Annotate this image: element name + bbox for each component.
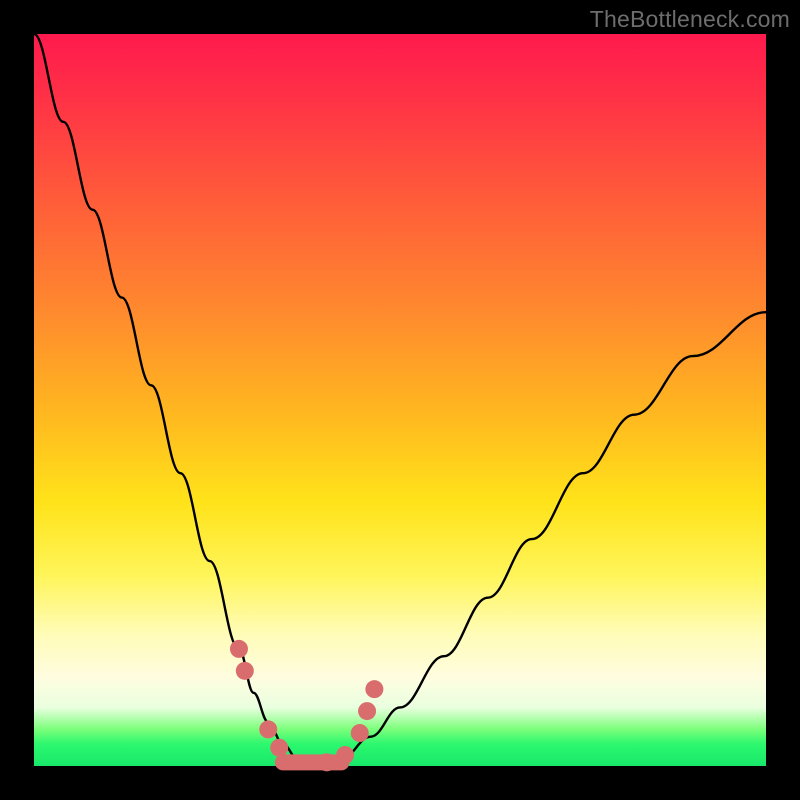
plot-svg <box>34 34 766 766</box>
curve-marker <box>358 702 376 720</box>
curve-marker <box>365 680 383 698</box>
plot-area <box>34 34 766 766</box>
curve-marker <box>336 746 354 764</box>
curve-marker <box>351 724 369 742</box>
curve-marker <box>318 753 336 771</box>
curve-marker <box>270 739 288 757</box>
curve-markers <box>230 640 383 771</box>
curve-marker <box>230 640 248 658</box>
curve-marker <box>236 662 254 680</box>
chart-frame: TheBottleneck.com <box>0 0 800 800</box>
curve-marker <box>259 720 277 738</box>
bottleneck-curve <box>34 34 766 766</box>
watermark-text: TheBottleneck.com <box>590 6 790 33</box>
